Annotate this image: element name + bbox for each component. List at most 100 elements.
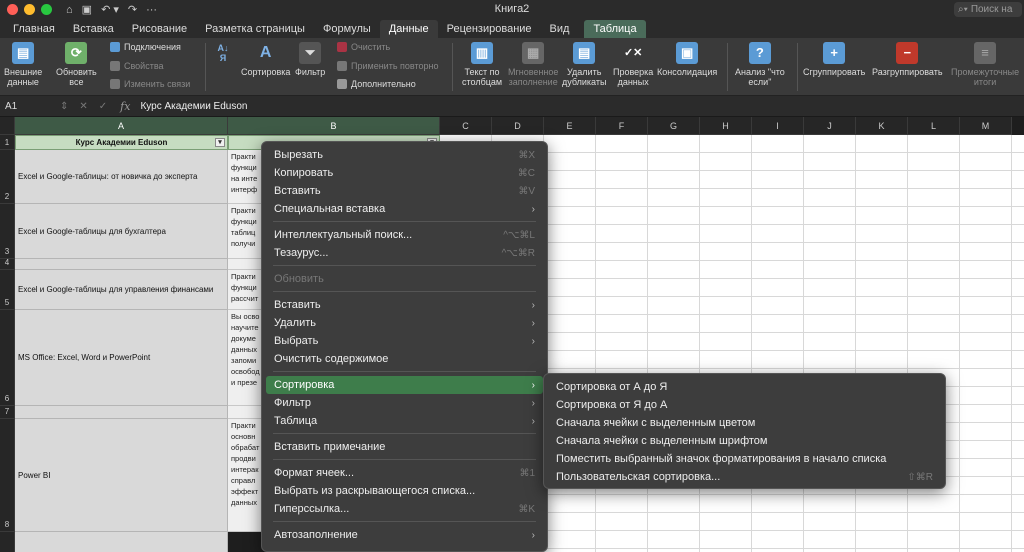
text-to-columns-button[interactable]: ▥ Текст по столбцам (462, 42, 502, 87)
redo-icon[interactable]: ↷ (128, 3, 137, 16)
menu-item-2[interactable]: Вставить ⌘V (266, 182, 543, 200)
menu-item-3[interactable]: Сначала ячейки с выделенным шрифтом (548, 432, 941, 450)
zoom-window-button[interactable] (41, 4, 52, 15)
column-header-C[interactable]: C (440, 117, 492, 135)
formula-input[interactable]: Курс Академии Eduson (140, 101, 247, 112)
filter-dropdown-icon[interactable]: ▾ (215, 138, 225, 147)
menu-item-4[interactable]: Поместить выбранный значок форматировани… (548, 450, 941, 468)
close-window-button[interactable] (7, 4, 18, 15)
menu-item-0[interactable]: Сортировка от А до Я (548, 378, 941, 396)
cell-a7[interactable] (15, 406, 228, 419)
column-header-G[interactable]: G (648, 117, 700, 135)
menu-item-5[interactable]: Интеллектуальный поиск... ^⌥⌘L (266, 226, 543, 244)
row-header-2[interactable]: 2 (0, 150, 15, 204)
clear-filter-button[interactable]: Очистить (337, 42, 390, 52)
cell-a6[interactable]: MS Office: Excel, Word и PowerPoint (15, 310, 228, 406)
menu-item-0[interactable]: Вырезать ⌘X (266, 146, 543, 164)
cell-a8[interactable]: Power BI (15, 419, 228, 532)
column-header-M[interactable]: M (960, 117, 1012, 135)
tab-0[interactable]: Главная (4, 20, 64, 38)
menu-item-19[interactable]: Вставить примечание (266, 438, 543, 456)
menu-item-22[interactable]: Выбрать из раскрывающегося списка... (266, 482, 543, 500)
table-header-cell[interactable]: Курс Академии Eduson ▾ (15, 135, 228, 150)
group-button[interactable]: + Сгруппировать (803, 42, 865, 77)
menu-item-2[interactable]: Сначала ячейки с выделенным цветом (548, 414, 941, 432)
name-box[interactable]: A1 (0, 101, 60, 112)
column-header-K[interactable]: K (856, 117, 908, 135)
tab-4[interactable]: Формулы (314, 20, 380, 38)
tab-5[interactable]: Данные (379, 20, 438, 38)
search-field[interactable]: ⌕▾ Поиск на (954, 2, 1022, 17)
row-header-7[interactable]: 7 (0, 406, 15, 419)
menu-item-21[interactable]: Формат ячеек... ⌘1 (266, 464, 543, 482)
row-header-1[interactable]: 1 (0, 135, 15, 150)
menu-item-12[interactable]: Выбрать › (266, 332, 543, 350)
properties-button[interactable]: Свойства (110, 61, 164, 71)
menu-item-5[interactable]: Пользовательская сортировка... ⇧⌘R (548, 468, 941, 486)
column-header-H[interactable]: H (700, 117, 752, 135)
data-validation-button[interactable]: ✓✕ Проверка данных (613, 42, 653, 88)
menu-item-13[interactable]: Очистить содержимое (266, 350, 543, 368)
menu-item-10[interactable]: Вставить › (266, 296, 543, 314)
ungroup-button[interactable]: − Разгруппировать (872, 42, 943, 77)
subtotal-button[interactable]: ≡ Промежуточные итоги (951, 42, 1019, 87)
column-header-I[interactable]: I (752, 117, 804, 135)
menu-item-16[interactable]: Фильтр › (266, 394, 543, 412)
sort-az-button[interactable]: А↓ Я (212, 42, 234, 67)
sort-button[interactable]: A Сортировка (241, 42, 290, 78)
menu-item-17[interactable]: Таблица › (266, 412, 543, 430)
minimize-window-button[interactable] (24, 4, 35, 15)
cell-a5[interactable]: Excel и Google-таблицы для управления фи… (15, 270, 228, 310)
row-header-4[interactable]: 4 (0, 258, 15, 270)
menu-item-1[interactable]: Копировать ⌘C (266, 164, 543, 182)
column-header-J[interactable]: J (804, 117, 856, 135)
cell-a2[interactable]: Excel и Google-таблицы: от новичка до эк… (15, 150, 228, 204)
menu-item-11[interactable]: Удалить › (266, 314, 543, 332)
remove-duplicates-button[interactable]: ▤ Удалить дубликаты (562, 42, 606, 87)
row-header-5[interactable]: 5 (0, 270, 15, 310)
row-header-6[interactable]: 6 (0, 310, 15, 406)
column-header-A[interactable]: A (15, 117, 228, 135)
what-if-analysis-button[interactable]: ? Анализ "что если" (735, 42, 785, 87)
column-header-E[interactable]: E (544, 117, 596, 135)
column-header-F[interactable]: F (596, 117, 648, 135)
edit-links-button[interactable]: Изменить связи (110, 79, 190, 89)
connections-button[interactable]: Подключения (110, 42, 181, 52)
tab-7[interactable]: Вид (541, 20, 579, 38)
column-header-L[interactable]: L (908, 117, 960, 135)
menu-item-23[interactable]: Гиперссылка... ⌘K (266, 500, 543, 518)
select-all-corner[interactable] (0, 117, 15, 135)
menu-item-1[interactable]: Сортировка от Я до А (548, 396, 941, 414)
refresh-all-button[interactable]: ⟳ Обновить все (56, 42, 97, 87)
save-icon[interactable]: ▣ (82, 3, 92, 16)
consolidate-button[interactable]: ▣ Консолидация (657, 42, 717, 77)
tab-3[interactable]: Разметка страницы (196, 20, 314, 38)
filter-button[interactable]: ⏷ Фильтр (295, 42, 325, 77)
row-header-next[interactable] (0, 532, 15, 552)
cell-a3[interactable]: Excel и Google-таблицы для бухгалтера (15, 204, 228, 259)
tab-2[interactable]: Рисование (123, 20, 196, 38)
more-icon[interactable]: ··· (146, 4, 157, 16)
menu-item-3[interactable]: Специальная вставка › (266, 200, 543, 218)
function-icon[interactable]: fx (120, 100, 130, 113)
cell-a4[interactable] (15, 259, 228, 270)
advanced-filter-button[interactable]: Дополнительно (337, 79, 416, 89)
row-header-8[interactable]: 8 (0, 419, 15, 532)
flash-fill-button[interactable]: ▦ Мгновенное заполнение (508, 42, 558, 87)
undo-icon[interactable]: ↶ ▾ (101, 3, 119, 16)
home-icon[interactable]: ⌂ (66, 4, 73, 16)
reapply-button[interactable]: Применить повторно (337, 61, 438, 71)
cell-a-next[interactable] (15, 532, 228, 552)
row-header-3[interactable]: 3 (0, 204, 15, 259)
tab-8[interactable]: Таблица (584, 20, 646, 38)
namebox-stepper-icon[interactable]: ⇕ (60, 101, 68, 112)
column-header-D[interactable]: D (492, 117, 544, 135)
tab-6[interactable]: Рецензирование (438, 20, 541, 38)
tab-1[interactable]: Вставка (64, 20, 123, 38)
external-data-button[interactable]: ▤ Внешние данные (4, 42, 42, 87)
menu-item-15[interactable]: Сортировка › (266, 376, 543, 394)
confirm-icon[interactable]: ✓ (99, 101, 107, 112)
menu-item-25[interactable]: Автозаполнение › (266, 526, 543, 544)
menu-item-6[interactable]: Тезаурус... ^⌥⌘R (266, 244, 543, 262)
column-header-B[interactable]: B (228, 117, 440, 135)
